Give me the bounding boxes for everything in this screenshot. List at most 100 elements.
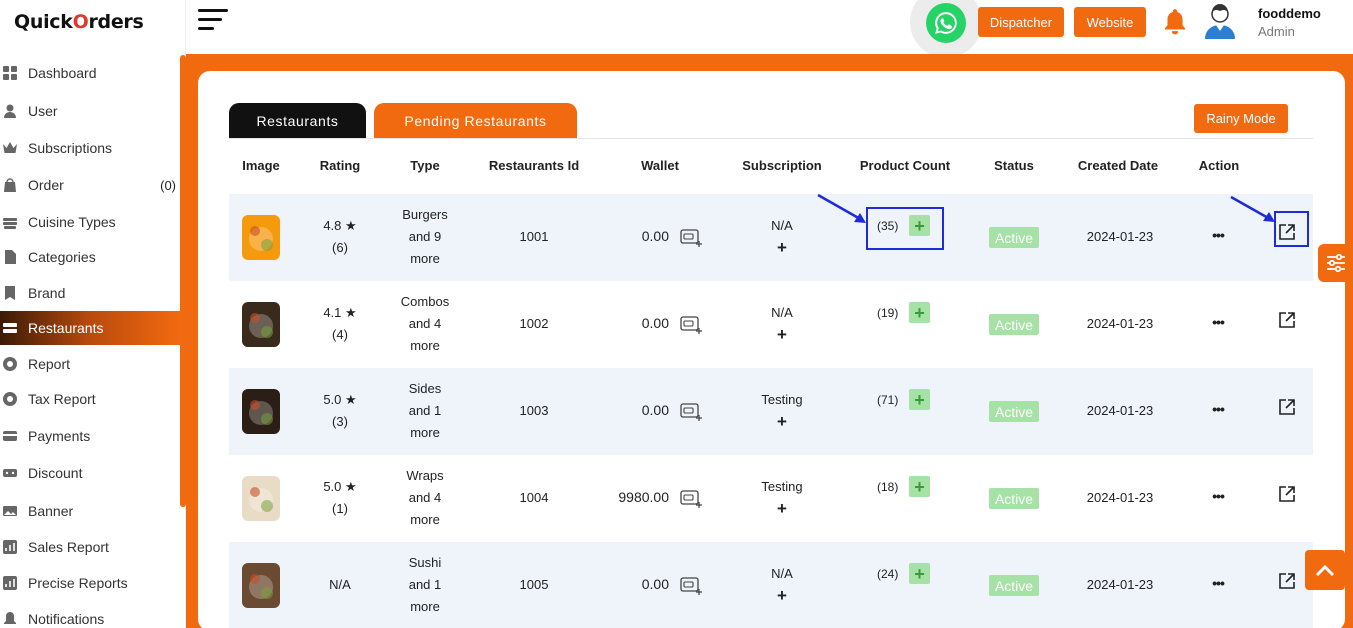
star-icon: ★ bbox=[345, 305, 357, 320]
type-line: Sushi bbox=[408, 555, 442, 570]
add-product-button[interactable]: + bbox=[909, 389, 930, 410]
add-product-button[interactable]: + bbox=[909, 563, 930, 584]
sidebar-item-order[interactable]: Order (0) bbox=[0, 168, 180, 202]
restaurant-thumbnail bbox=[242, 302, 280, 347]
precise-report-icon bbox=[2, 575, 18, 591]
column-header-product-count: Product Count bbox=[859, 158, 951, 173]
type-line: more bbox=[410, 425, 440, 440]
status-badge[interactable]: Active bbox=[989, 314, 1039, 335]
type-line: and 1 bbox=[408, 577, 442, 592]
bell-icon[interactable] bbox=[1162, 8, 1188, 36]
discount-icon bbox=[2, 465, 18, 481]
filter-settings-icon[interactable] bbox=[1318, 244, 1353, 282]
sidebar-item-label: Payments bbox=[28, 428, 91, 444]
sidebar: QuickOrders Dashboard User Subscriptions Or… bbox=[0, 0, 186, 628]
add-subscription-button[interactable]: + bbox=[742, 498, 822, 520]
created-date: 2024-01-23 bbox=[1086, 229, 1154, 244]
wallet-balance: 0.00 bbox=[641, 576, 669, 592]
restaurant-id: 1005 bbox=[519, 577, 549, 592]
sidebar-item-precise-reports[interactable]: Precise Reports bbox=[0, 566, 180, 600]
whatsapp-icon[interactable] bbox=[926, 3, 966, 43]
sidebar-item-restaurants[interactable]: Restaurants bbox=[0, 311, 180, 345]
sidebar-item-dashboard[interactable]: Dashboard bbox=[0, 56, 180, 90]
subscription-value: N/A bbox=[771, 305, 793, 320]
website-button[interactable]: Website bbox=[1074, 7, 1146, 37]
sidebar-item-categories[interactable]: Categories bbox=[0, 240, 180, 274]
add-subscription-button[interactable]: + bbox=[742, 411, 822, 433]
sidebar-item-cuisine-types[interactable]: Cuisine Types bbox=[0, 205, 180, 239]
more-options-icon[interactable]: ••• bbox=[1207, 575, 1229, 591]
wallet-add-icon[interactable] bbox=[680, 575, 704, 597]
sidebar-item-subscriptions[interactable]: Subscriptions bbox=[0, 131, 180, 165]
table-row: 4.8 ★ (6) Burgers and 9 more 1001 0.00 N/A + (35)… bbox=[229, 194, 1313, 281]
status-badge[interactable]: Active bbox=[989, 227, 1039, 248]
status-badge[interactable]: Active bbox=[989, 488, 1039, 509]
add-subscription-button[interactable]: + bbox=[742, 324, 822, 346]
add-subscription-button[interactable]: + bbox=[742, 585, 822, 607]
user-name[interactable]: fooddemo bbox=[1258, 6, 1321, 21]
scroll-to-top-button[interactable] bbox=[1305, 550, 1345, 590]
type-line: Wraps bbox=[406, 468, 444, 483]
external-link-icon[interactable] bbox=[1278, 572, 1296, 590]
external-link-icon[interactable] bbox=[1278, 398, 1296, 416]
sidebar-item-tax-report[interactable]: Tax Report bbox=[0, 382, 180, 416]
add-product-button[interactable]: + bbox=[909, 476, 930, 497]
bag-icon bbox=[2, 177, 18, 193]
sidebar-item-brand[interactable]: Brand bbox=[0, 276, 180, 310]
annotation-arrow-icon bbox=[1230, 195, 1275, 222]
user-role: Admin bbox=[1258, 24, 1295, 39]
tab-restaurants[interactable]: Restaurants bbox=[229, 103, 366, 138]
tab-pending-restaurants[interactable]: Pending Restaurants bbox=[374, 103, 577, 138]
sidebar-item-discount[interactable]: Discount bbox=[0, 456, 180, 490]
more-options-icon[interactable]: ••• bbox=[1207, 314, 1229, 330]
wallet-balance: 9980.00 bbox=[618, 489, 669, 505]
notification-icon bbox=[2, 611, 18, 627]
subscription-cell: Testing + bbox=[742, 476, 822, 520]
subscription-value: Testing bbox=[761, 479, 803, 494]
wallet-add-icon[interactable] bbox=[680, 314, 704, 336]
menu-toggle-icon[interactable] bbox=[198, 9, 230, 33]
rating-cell: 4.8 ★ (6) bbox=[315, 215, 365, 259]
review-count: (3) bbox=[332, 414, 348, 429]
app-logo[interactable]: QuickOrders bbox=[14, 11, 144, 33]
product-count: (19) bbox=[877, 306, 899, 320]
sidebar-item-banner[interactable]: Banner bbox=[0, 494, 180, 528]
status-badge[interactable]: Active bbox=[989, 401, 1039, 422]
tab-divider bbox=[229, 138, 1313, 139]
type-line: more bbox=[410, 338, 440, 353]
wallet-add-icon[interactable] bbox=[680, 401, 704, 423]
add-subscription-button[interactable]: + bbox=[742, 237, 822, 259]
rating-value: 5.0 bbox=[323, 479, 342, 494]
sidebar-item-notifications[interactable]: Notifications bbox=[0, 602, 180, 628]
column-header-status: Status bbox=[994, 158, 1034, 173]
created-date: 2024-01-23 bbox=[1086, 577, 1154, 592]
sidebar-item-payments[interactable]: Payments bbox=[0, 419, 180, 453]
status-badge[interactable]: Active bbox=[989, 575, 1039, 596]
action-highlight bbox=[1274, 211, 1309, 247]
more-options-icon[interactable]: ••• bbox=[1207, 401, 1229, 417]
banner-icon bbox=[2, 503, 18, 519]
external-link-icon[interactable] bbox=[1278, 311, 1296, 329]
type-cell: Combos and 4 more bbox=[395, 291, 455, 357]
add-product-button[interactable]: + bbox=[909, 302, 930, 323]
report-icon bbox=[2, 356, 18, 372]
star-icon: ★ bbox=[345, 479, 357, 494]
more-options-icon[interactable]: ••• bbox=[1207, 488, 1229, 504]
type-line: Burgers bbox=[402, 207, 448, 222]
type-cell: Burgers and 9 more bbox=[395, 204, 455, 270]
external-link-icon[interactable] bbox=[1278, 485, 1296, 503]
wallet-add-icon[interactable] bbox=[680, 227, 704, 249]
rainy-mode-button[interactable]: Rainy Mode bbox=[1194, 104, 1288, 133]
rating-cell: 4.1 ★ (4) bbox=[315, 302, 365, 346]
more-options-icon[interactable]: ••• bbox=[1207, 227, 1229, 243]
restaurant-thumbnail bbox=[242, 476, 280, 521]
avatar[interactable] bbox=[1203, 3, 1237, 39]
sidebar-item-user[interactable]: User bbox=[0, 94, 180, 128]
sidebar-item-report[interactable]: Report bbox=[0, 347, 180, 381]
subscription-value: Testing bbox=[761, 392, 803, 407]
star-icon: ★ bbox=[345, 392, 357, 407]
sidebar-item-sales-report[interactable]: Sales Report bbox=[0, 530, 180, 564]
wallet-add-icon[interactable] bbox=[680, 488, 704, 510]
table-row: 4.1 ★ (4) Combos and 4 more 1002 0.00 N/A + (19) +… bbox=[229, 281, 1313, 368]
dispatcher-button[interactable]: Dispatcher bbox=[978, 7, 1064, 37]
